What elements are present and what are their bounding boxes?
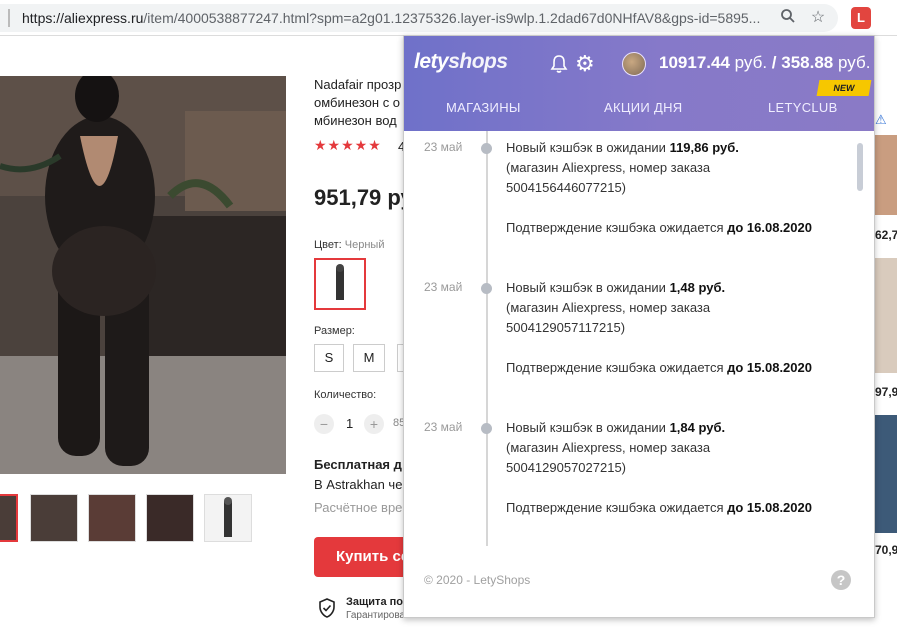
letyshops-extension-button[interactable]: L	[851, 7, 871, 29]
product-title-line-1: Nadafair прозр	[314, 77, 402, 92]
letyshops-logo[interactable]: letyshops	[414, 50, 508, 74]
recommendation-price-3: 70,9	[875, 543, 897, 557]
entry-confirmation: Подтверждение кэшбэка ожидается до 15.08…	[506, 500, 812, 515]
entry-confirmation: Подтверждение кэшбэка ожидается до 15.08…	[506, 360, 812, 375]
new-badge: NEW	[816, 80, 872, 96]
product-main-image[interactable]	[0, 76, 286, 474]
entry-order-number: 5004156446077215)	[506, 180, 627, 195]
balance-second: 358.88	[781, 53, 834, 72]
size-option-m[interactable]: M	[353, 344, 385, 372]
quantity-available: 85	[393, 417, 403, 429]
quantity-label: Количество:	[314, 389, 377, 401]
entry-confirmation-date: до 16.08.2020	[727, 220, 812, 235]
balance-separator: /	[771, 53, 777, 72]
recommendation-image-1[interactable]	[875, 135, 897, 215]
cashback-feed[interactable]: 23 май Новый кэшбэк в ожидании 119,86 ру…	[404, 131, 874, 546]
product-title-line-2: омбинезон с о	[314, 95, 401, 110]
entry-date: 23 май	[424, 280, 463, 294]
recommendation-price-2: 97,9	[875, 385, 897, 399]
timeline-dot	[481, 283, 492, 294]
recommendation-image-2[interactable]	[875, 258, 897, 373]
warning-icon: ⚠	[875, 112, 887, 127]
rating-stars: ★★★★★	[314, 137, 382, 153]
scrollbar-thumb[interactable]	[857, 143, 863, 191]
shipping-destination[interactable]: В Astrakhan че	[314, 477, 404, 492]
color-label: Цвет: Черный	[314, 239, 384, 251]
entry-date: 23 май	[424, 420, 463, 434]
entry-date: 23 май	[424, 140, 463, 154]
timeline-dot	[481, 423, 492, 434]
protection-title: Защита по	[346, 596, 403, 608]
address-divider	[8, 9, 10, 27]
entry-title-text: Новый кэшбэк в ожидании	[506, 280, 670, 295]
timeline-line	[486, 131, 488, 546]
tab-daily-deals[interactable]: АКЦИИ ДНЯ	[604, 100, 682, 115]
balance-currency-2: руб.	[838, 53, 871, 72]
thumbnail-4[interactable]	[146, 494, 194, 542]
magnifier-icon[interactable]	[778, 8, 798, 28]
thumbnail-5[interactable]	[204, 494, 252, 542]
bookmark-star-icon[interactable]: ☆	[808, 8, 828, 28]
entry-confirmation-date: до 15.08.2020	[727, 500, 812, 515]
color-option-black[interactable]	[314, 258, 366, 310]
entry-title: Новый кэшбэк в ожидании 1,48 руб.	[506, 280, 725, 295]
entry-confirmation-text: Подтверждение кэшбэка ожидается	[506, 500, 728, 515]
quantity-value[interactable]: 1	[346, 416, 353, 431]
thumbnail-2[interactable]	[30, 494, 78, 542]
entry-order-number: 5004129057027215)	[506, 460, 627, 475]
entry-amount: 1,84 руб.	[669, 420, 726, 435]
shipping-estimate: Расчётное врем	[314, 500, 404, 515]
entry-confirmation-text: Подтверждение кэшбэка ожидается	[506, 220, 728, 235]
timeline-dot	[481, 143, 492, 154]
shipping-title: Бесплатная д	[314, 457, 402, 472]
logo-part-1: lety	[414, 50, 449, 73]
entry-confirmation-text: Подтверждение кэшбэка ожидается	[506, 360, 728, 375]
entry-title: Новый кэшбэк в ожидании 119,86 руб.	[506, 140, 739, 155]
balance-main: 10917.44	[659, 53, 730, 72]
color-label-text: Цвет:	[314, 239, 342, 251]
quantity-increase-button[interactable]: +	[364, 414, 384, 434]
thumbnail-3[interactable]	[88, 494, 136, 542]
size-option-s[interactable]: S	[314, 344, 344, 372]
entry-confirmation: Подтверждение кэшбэка ожидается до 16.08…	[506, 220, 812, 235]
letyshops-popup: letyshops ⚙ 10917.44 руб. / 358.88 руб. …	[403, 35, 875, 618]
protection-subtitle: Гарантирован	[346, 610, 404, 621]
popup-footer-copyright: © 2020 - LetyShops	[424, 573, 531, 587]
recommendation-price-1: 62,7	[875, 228, 897, 242]
shield-icon	[318, 598, 336, 618]
entry-amount: 119,86 руб.	[669, 140, 739, 155]
url-domain: https://aliexpress.ru	[22, 10, 144, 26]
buy-now-button[interactable]: Купить се	[314, 537, 414, 577]
thumbnail-1[interactable]	[0, 494, 18, 542]
entry-amount: 1,48 руб.	[669, 280, 726, 295]
address-url[interactable]: https://aliexpress.ru/item/4000538877247…	[22, 10, 762, 26]
recommendation-image-3[interactable]	[875, 415, 897, 533]
product-price: 951,79 ру	[314, 185, 404, 210]
entry-order-number: 5004129057117215)	[506, 320, 626, 335]
tab-shops[interactable]: МАГАЗИНЫ	[446, 100, 521, 115]
size-label: Размер:	[314, 325, 355, 337]
balance-display: 10917.44 руб. / 358.88 руб.	[659, 53, 870, 73]
entry-confirmation-date: до 15.08.2020	[727, 360, 812, 375]
balance-currency-1: руб.	[734, 53, 768, 72]
tab-letyclub[interactable]: LETYCLUB	[768, 100, 838, 115]
avatar[interactable]	[622, 52, 646, 76]
help-icon[interactable]: ?	[831, 570, 851, 590]
logo-part-2: shops	[448, 50, 508, 73]
color-value: Черный	[344, 239, 385, 251]
entry-title-text: Новый кэшбэк в ожидании	[506, 140, 670, 155]
product-title-line-3: мбинезон вод	[314, 113, 397, 128]
entry-store-line: (магазин Aliexpress, номер заказа	[506, 440, 711, 455]
gear-icon[interactable]: ⚙	[575, 51, 595, 77]
entry-store-line: (магазин Aliexpress, номер заказа	[506, 160, 711, 175]
quantity-decrease-button[interactable]: −	[314, 414, 334, 434]
popup-header: letyshops ⚙ 10917.44 руб. / 358.88 руб. …	[404, 36, 874, 131]
entry-store-line: (магазин Aliexpress, номер заказа	[506, 300, 711, 315]
entry-title: Новый кэшбэк в ожидании 1,84 руб.	[506, 420, 725, 435]
entry-title-text: Новый кэшбэк в ожидании	[506, 420, 670, 435]
bell-icon[interactable]	[550, 54, 568, 74]
browser-toolbar: https://aliexpress.ru/item/4000538877247…	[0, 0, 897, 36]
url-path: /item/4000538877247.html?spm=a2g01.12375…	[143, 10, 761, 26]
